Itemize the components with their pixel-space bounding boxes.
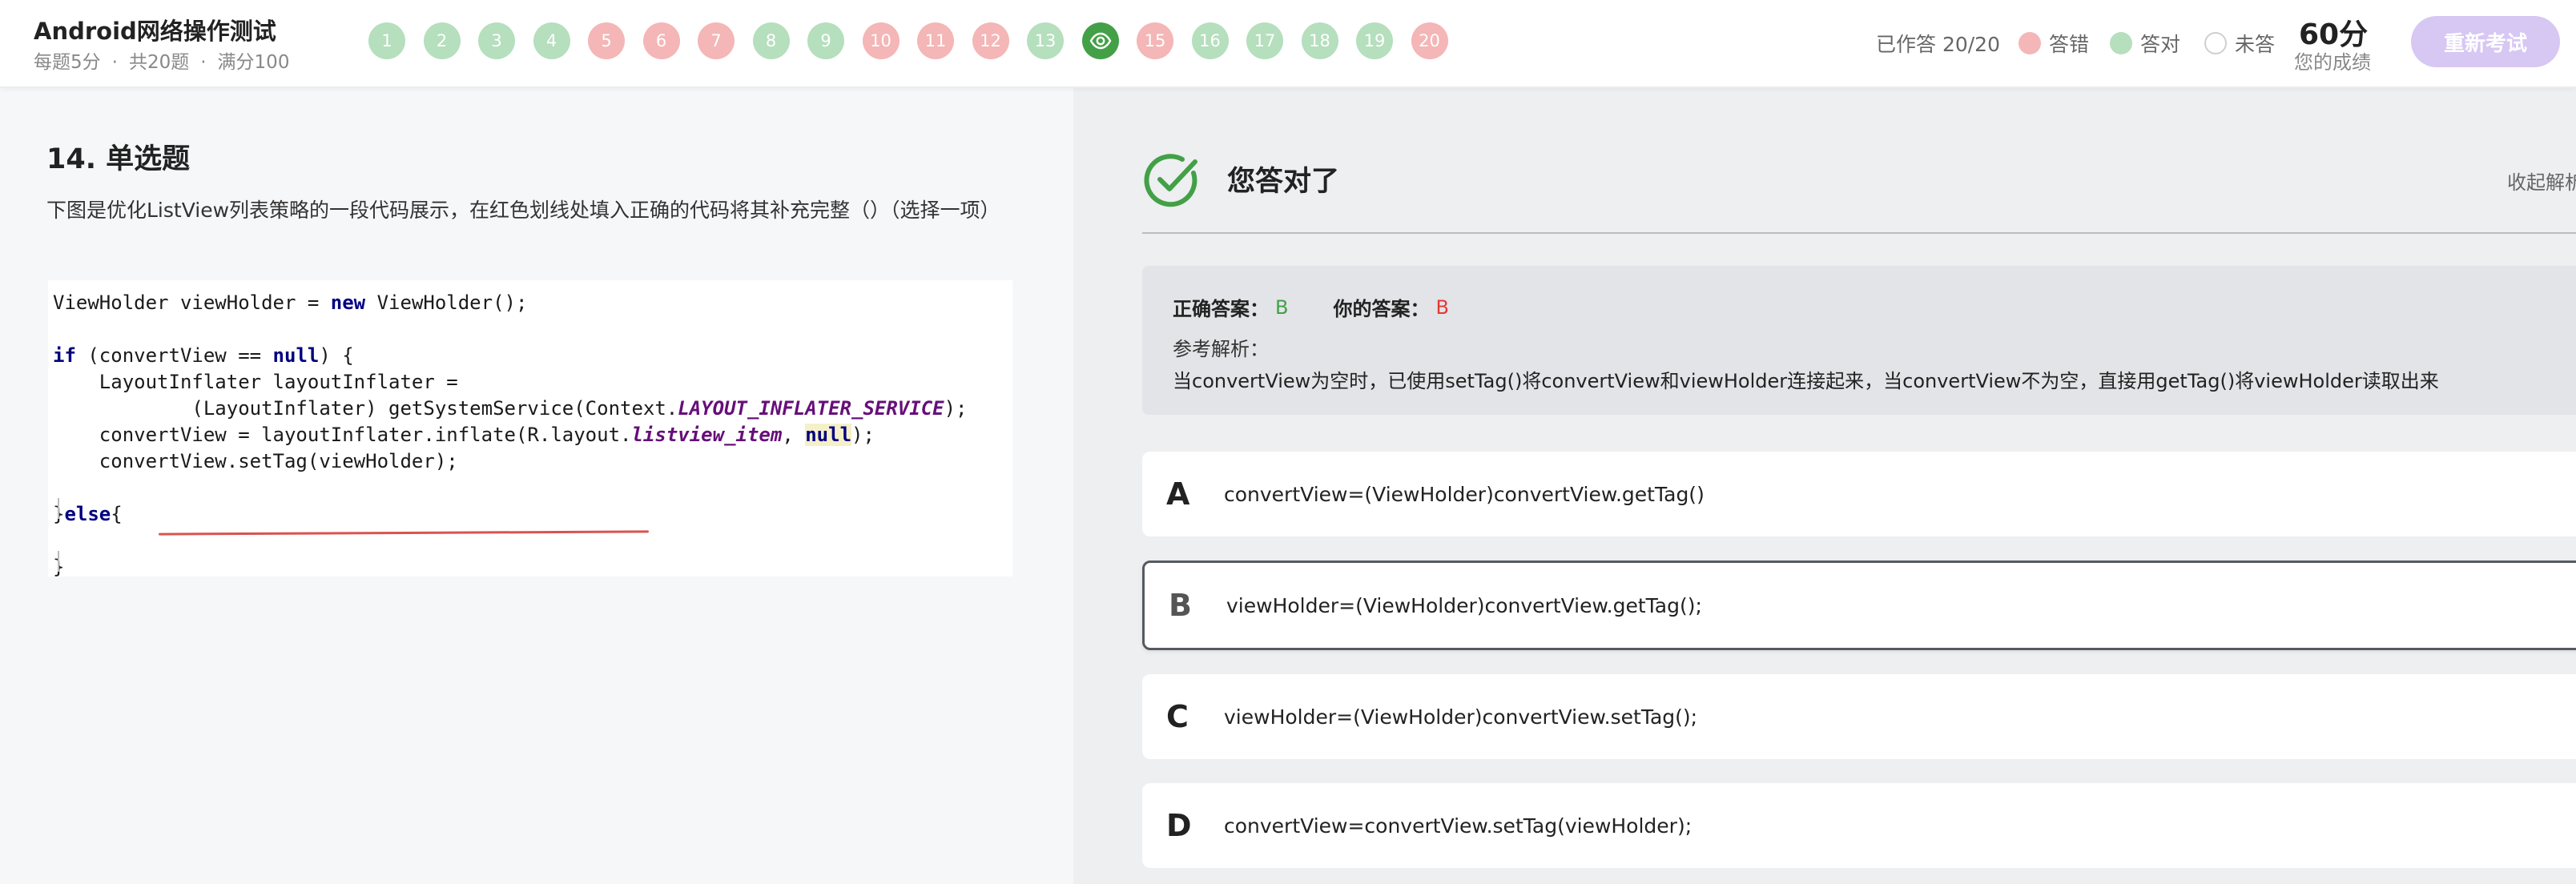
question-dot-4[interactable]: 4	[533, 22, 570, 59]
question-dot-3[interactable]: 3	[478, 22, 515, 59]
score-label: 您的成绩	[2294, 51, 2371, 74]
question-dot-2[interactable]: 2	[423, 22, 461, 59]
code-fold-guide	[58, 498, 59, 519]
question-text: 下图是优化ListView列表策略的一段代码展示，在红色划线处填入正确的代码将其…	[46, 199, 1000, 222]
answer-summary: 正确答案： B 你的答案： B	[1173, 293, 1449, 321]
option-text: viewHolder=(ViewHolder)convertView.getTa…	[1226, 593, 1702, 617]
your-answer-label: 你的答案：	[1333, 298, 1430, 320]
explanation-box: 正确答案： B 你的答案： B 参考解析： 当convertView为空时，已使…	[1142, 266, 2576, 415]
question-pane: 14. 单选题 下图是优化ListView列表策略的一段代码展示，在红色划线处填…	[0, 88, 1073, 884]
option-b[interactable]: B viewHolder=(ViewHolder)convertView.get…	[1142, 561, 2576, 650]
code-line: }else{	[53, 503, 123, 525]
question-count: 共20题	[128, 52, 190, 73]
correct-answer-value: B	[1275, 295, 1289, 319]
legend-unanswered-label: 未答	[2235, 33, 2276, 56]
code-line: (LayoutInflater) getSystemService(Contex…	[53, 397, 968, 420]
unanswered-swatch	[2204, 32, 2227, 54]
question-dot-12[interactable]: 12	[972, 22, 1009, 59]
legend-wrong-label: 答错	[2049, 33, 2090, 56]
wrong-swatch	[2019, 32, 2041, 54]
option-letter: C	[1166, 699, 1189, 734]
question-dot-6[interactable]: 6	[642, 22, 680, 59]
question-dot-11[interactable]: 11	[917, 22, 954, 59]
eye-icon	[1089, 32, 1111, 50]
option-letter: A	[1166, 476, 1190, 512]
collapse-explanation-link[interactable]: 收起解析	[2507, 167, 2576, 195]
code-line: if (convertView == null) {	[53, 344, 354, 367]
correct-answer-label: 正确答案：	[1173, 298, 1269, 320]
option-text: convertView=convertView.setTag(viewHolde…	[1224, 814, 1693, 838]
retake-button[interactable]: 重新考试	[2411, 16, 2560, 67]
option-text: convertView=(ViewHolder)convertView.getT…	[1224, 482, 1705, 506]
reference-text: 当convertView为空时，已使用setTag()将convertView和…	[1173, 370, 2439, 392]
option-letter: D	[1166, 808, 1192, 843]
question-dot-1[interactable]: 1	[368, 22, 405, 59]
question-dot-17[interactable]: 17	[1246, 22, 1283, 59]
question-dot-8[interactable]: 8	[752, 22, 790, 59]
exam-title: Android网络操作测试	[34, 18, 276, 45]
question-dot-18[interactable]: 18	[1301, 22, 1338, 59]
your-answer-value: B	[1435, 295, 1449, 319]
question-title: 14. 单选题	[46, 143, 191, 175]
question-dot-5[interactable]: 5	[588, 22, 625, 59]
question-dot-15[interactable]: 15	[1137, 22, 1173, 59]
question-dot-9[interactable]: 9	[807, 22, 844, 59]
question-dot-7[interactable]: 7	[698, 22, 735, 59]
code-fold-guide	[58, 551, 59, 572]
question-dot-16[interactable]: 16	[1191, 22, 1229, 59]
top-bar: Android网络操作测试 每题5分 · 共20题 · 满分100 1234567891…	[0, 0, 2576, 88]
points-per-question: 每题5分	[34, 52, 101, 73]
separator: ·	[200, 52, 207, 73]
code-image: ViewHolder viewHolder = new ViewHolder()…	[48, 280, 1012, 578]
separator: ·	[111, 52, 118, 73]
result-verdict: 您答对了	[1227, 166, 1340, 198]
option-c[interactable]: C viewHolder=(ViewHolder)convertView.set…	[1142, 674, 2576, 759]
option-a[interactable]: A convertView=(ViewHolder)convertView.ge…	[1142, 452, 2576, 536]
question-dot-current[interactable]	[1081, 22, 1119, 59]
code-line: convertView = layoutInflater.inflate(R.l…	[53, 424, 875, 446]
answered-count: 已作答 20/20	[1876, 33, 2000, 56]
full-score: 满分100	[217, 52, 290, 73]
correct-swatch	[2110, 32, 2132, 54]
question-dot-19[interactable]: 19	[1356, 22, 1393, 59]
legend-correct-label: 答对	[2140, 33, 2181, 56]
legend-unanswered: 未答	[2204, 29, 2275, 58]
question-navigator: 1 2 3 4 5 6 7 8 9 10 11 12 13 15 16 17 18 19 20	[368, 22, 1448, 59]
reference-label: 参考解析：	[1173, 338, 1269, 360]
question-dot-13[interactable]: 13	[1027, 22, 1064, 59]
answer-pane: 您答对了 收起解析 正确答案： B 你的答案： B 参考解析： 当convert…	[1073, 88, 2576, 884]
legend-wrong: 答错	[2019, 29, 2089, 58]
question-dot-20[interactable]: 20	[1411, 22, 1448, 59]
code-line: convertView.setTag(viewHolder);	[53, 450, 458, 472]
exam-meta: 每题5分 · 共20题 · 满分100	[34, 46, 289, 74]
code-line: LayoutInflater layoutInflater =	[53, 371, 458, 393]
legend-correct: 答对	[2110, 29, 2180, 58]
divider	[1142, 232, 2576, 234]
code-line: }	[53, 554, 1012, 581]
option-letter: B	[1169, 588, 1192, 623]
check-circle-icon	[1144, 154, 1197, 207]
option-text: viewHolder=(ViewHolder)convertView.setTa…	[1224, 705, 1698, 729]
question-dot-10[interactable]: 10	[862, 22, 900, 59]
code-line: ViewHolder viewHolder = new ViewHolder()…	[53, 291, 528, 314]
option-d[interactable]: D convertView=convertView.setTag(viewHol…	[1142, 783, 2576, 868]
